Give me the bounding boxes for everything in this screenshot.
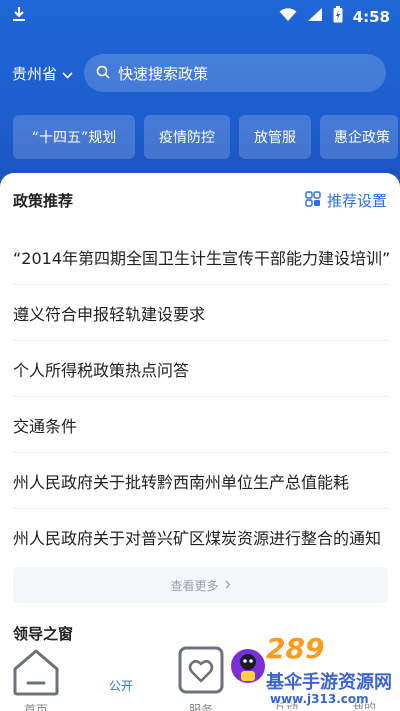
chevron-right-icon bbox=[225, 578, 231, 592]
watermark-url: www.j313.com bbox=[270, 692, 369, 706]
watermark-number: 289 bbox=[266, 632, 325, 665]
signal-icon bbox=[307, 7, 323, 26]
list-item[interactable]: 个人所得税政策热点问答 bbox=[13, 341, 389, 397]
chip-reform[interactable]: 放管服 bbox=[239, 115, 311, 159]
watermark-logo-icon bbox=[228, 644, 268, 696]
download-icon bbox=[12, 6, 26, 26]
chevron-down-icon bbox=[62, 65, 73, 83]
service-icon bbox=[177, 645, 225, 701]
chip-epidemic[interactable]: 疫情防控 bbox=[144, 115, 230, 159]
tab-open-label: 公开 bbox=[108, 679, 133, 693]
search-input[interactable]: 快速搜索政策 bbox=[84, 54, 386, 92]
home-icon bbox=[10, 645, 62, 701]
view-more-label: 查看更多 bbox=[170, 578, 219, 593]
tab-open[interactable]: 公开 bbox=[100, 677, 142, 694]
tab-service[interactable]: 服务 bbox=[176, 645, 226, 711]
watermark: 289 基伞手游资源网 www.j313.com bbox=[226, 630, 400, 711]
battery-icon bbox=[333, 6, 343, 27]
search-placeholder: 快速搜索政策 bbox=[118, 64, 209, 83]
list-item[interactable]: 州人民政府关于对普兴矿区煤炭资源进行整合的通知 bbox=[13, 509, 389, 565]
tab-home[interactable]: 首页 bbox=[8, 645, 64, 711]
policy-list: “2014年第四期全国卫生计生宣传干部能力建设培训” 遵义符合申报轻轨建设要求 … bbox=[13, 229, 389, 565]
hero-background bbox=[0, 0, 400, 200]
tab-service-label: 服务 bbox=[188, 703, 213, 711]
category-chips: “十四五”规划 疫情防控 放管服 惠企政策 bbox=[13, 115, 398, 159]
status-bar: 4:58 bbox=[0, 0, 400, 30]
recommend-settings-label: 推荐设置 bbox=[326, 192, 387, 210]
search-icon bbox=[96, 64, 110, 83]
list-item[interactable]: “2014年第四期全国卫生计生宣传干部能力建设培训” bbox=[13, 229, 389, 285]
region-selector[interactable]: 贵州省 bbox=[12, 63, 73, 84]
recommend-settings-button[interactable]: 推荐设置 bbox=[305, 190, 387, 211]
section-title: 政策推荐 bbox=[13, 192, 74, 210]
tab-home-label: 首页 bbox=[23, 703, 48, 711]
region-label: 贵州省 bbox=[12, 65, 58, 83]
leader-section-title: 领导之窗 bbox=[13, 625, 74, 643]
view-more-button[interactable]: 查看更多 bbox=[13, 567, 388, 603]
list-item[interactable]: 交通条件 bbox=[13, 397, 389, 453]
wifi-icon bbox=[279, 7, 297, 26]
watermark-site-name: 基伞手游资源网 bbox=[266, 672, 392, 693]
list-item[interactable]: 遵义符合申报轻轨建设要求 bbox=[13, 285, 389, 341]
chip-plan[interactable]: “十四五”规划 bbox=[13, 115, 135, 159]
list-item[interactable]: 州人民政府关于批转黔西南州单位生产总值能耗 bbox=[13, 453, 389, 509]
clock: 4:58 bbox=[352, 7, 390, 26]
chip-enterprise[interactable]: 惠企政策 bbox=[320, 115, 398, 159]
grid-settings-icon bbox=[305, 190, 321, 211]
